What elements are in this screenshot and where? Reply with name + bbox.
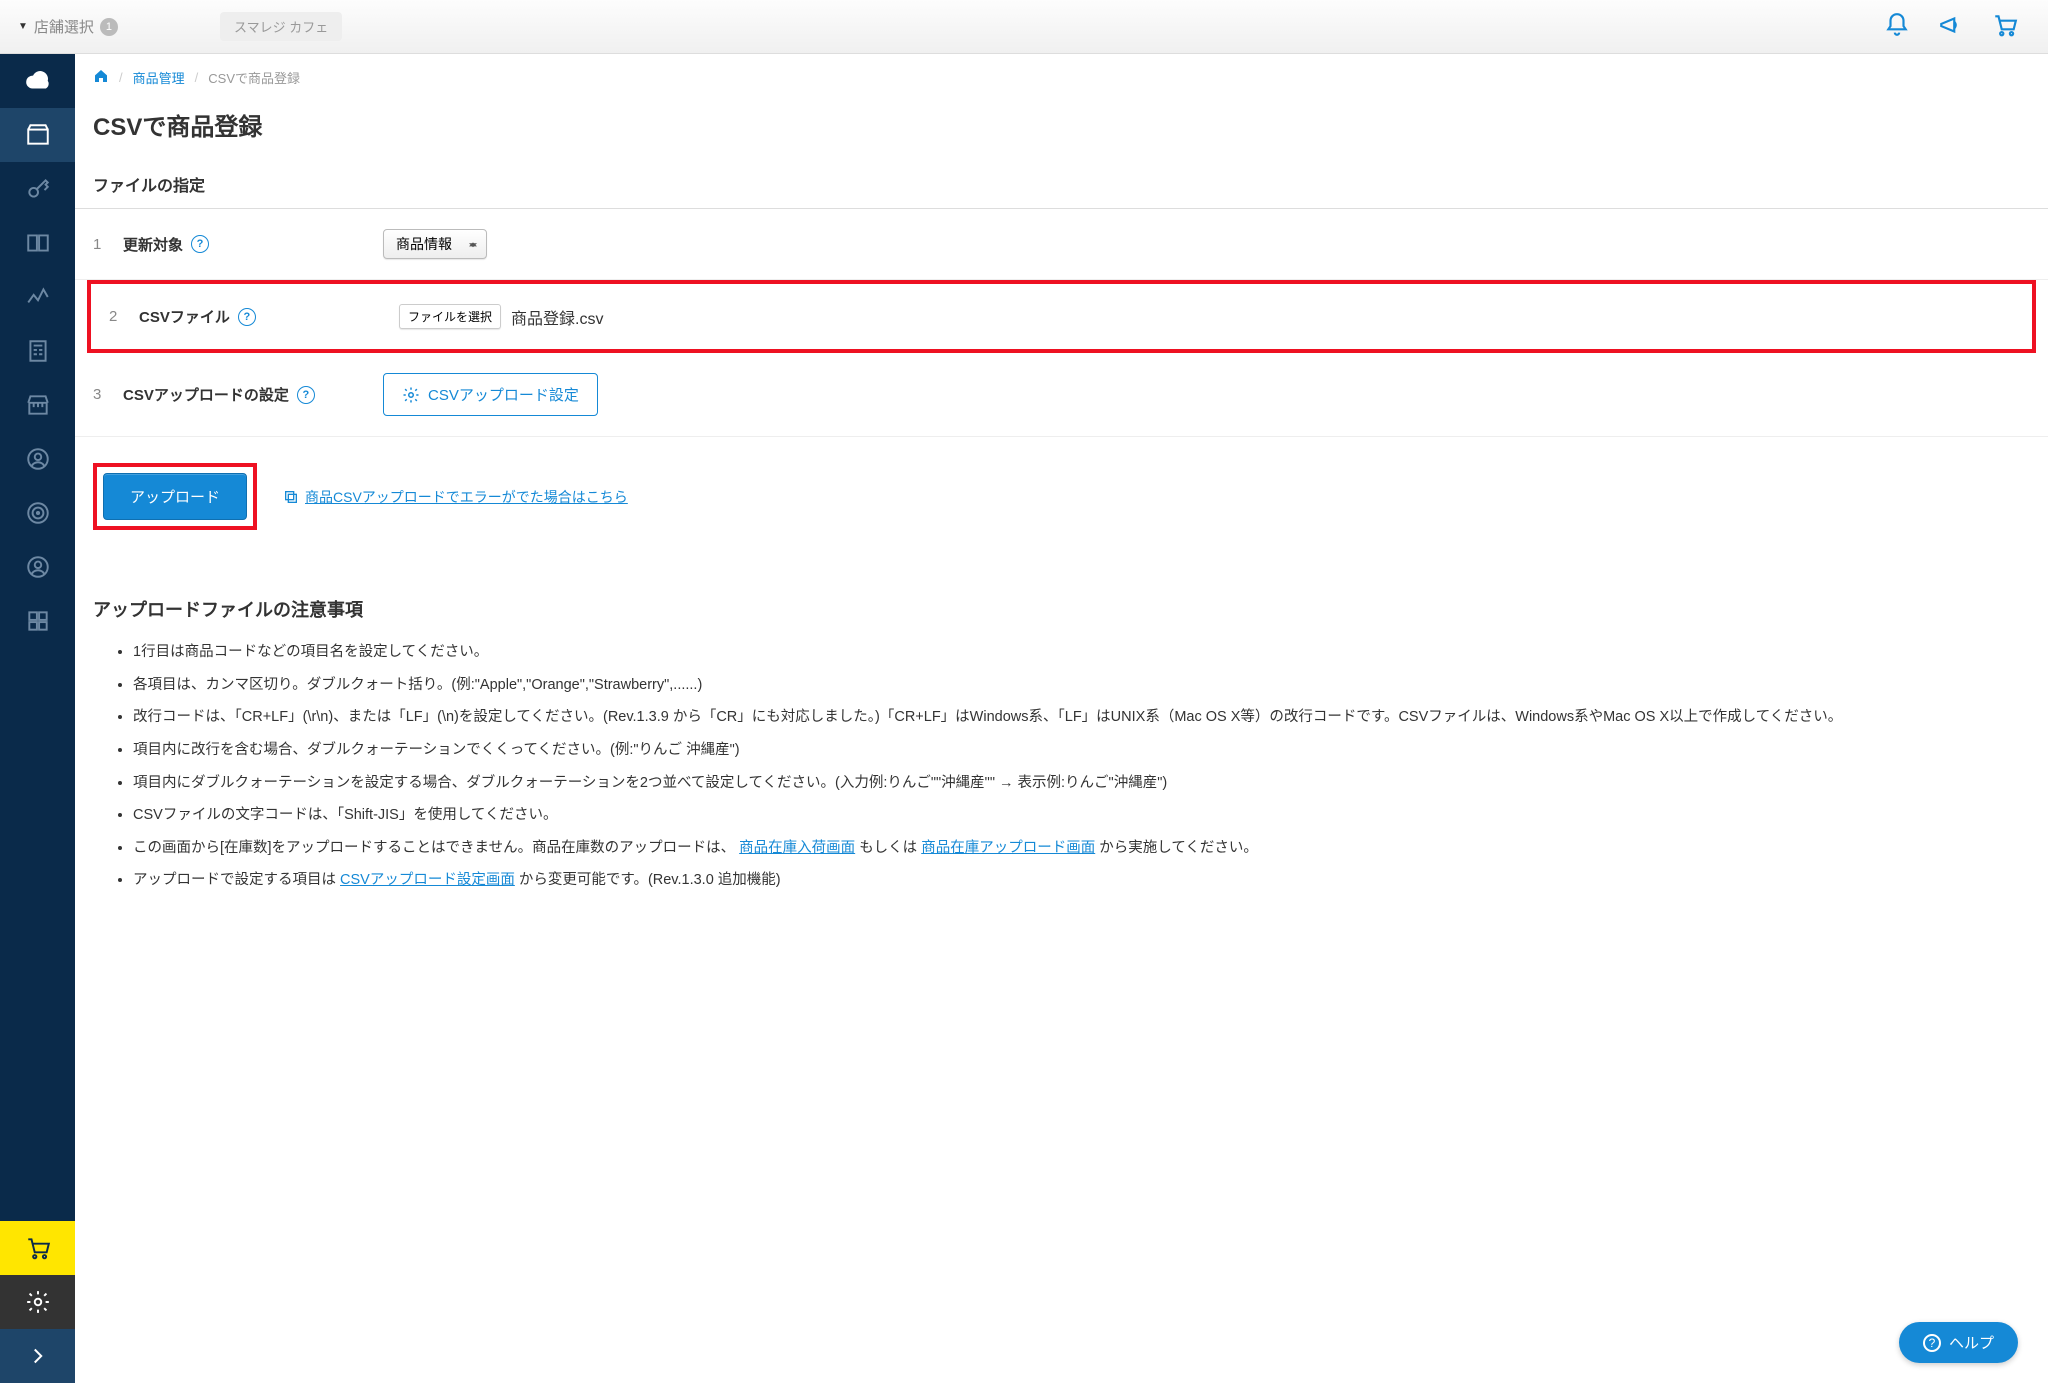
selected-file-name: 商品登録.csv — [511, 305, 603, 329]
help-icon[interactable]: ? — [297, 386, 315, 404]
nav-cloud[interactable] — [0, 54, 75, 108]
stock-upload-link[interactable]: 商品在庫アップロード画面 — [921, 840, 1095, 856]
row-number: 3 — [93, 386, 123, 403]
store-tag[interactable]: スマレジ カフェ — [220, 12, 342, 41]
help-icon[interactable]: ? — [238, 308, 256, 326]
nav-key[interactable] — [0, 162, 75, 216]
form-row-1: 1 更新対象 ? 商品情報 — [75, 209, 2048, 280]
upload-button[interactable]: アップロード — [103, 473, 247, 520]
megaphone-icon[interactable] — [1938, 12, 1964, 41]
note-item: 1行目は商品コードなどの項目名を設定してください。 — [133, 640, 2030, 665]
nav-user[interactable] — [0, 432, 75, 486]
section-title: ファイルの指定 — [75, 162, 2048, 209]
note-item: 改行コードは、「CR+LF」(\r\n)、または「LF」(\n)を設定してくださ… — [133, 705, 2030, 730]
form-row-2: 2 CSVファイル ? ファイルを選択 商品登録.csv — [91, 284, 2032, 349]
nav-settings[interactable] — [0, 1275, 75, 1329]
question-icon: ? — [1923, 1334, 1941, 1352]
store-count-badge: 1 — [100, 18, 118, 36]
topbar-icons — [1884, 12, 2048, 41]
note-item: この画面から[在庫数]をアップロードすることはできません。商品在庫数のアップロー… — [133, 836, 2030, 861]
breadcrumb-link-1[interactable]: 商品管理 — [133, 68, 185, 87]
help-button[interactable]: ? ヘルプ — [1899, 1322, 2018, 1363]
stock-arrival-link[interactable]: 商品在庫入荷画面 — [739, 840, 855, 856]
nav-store[interactable] — [0, 378, 75, 432]
store-select-label: 店舗選択 — [34, 16, 94, 37]
breadcrumb: / 商品管理 / CSVで商品登録 — [75, 54, 2048, 101]
nav-analytics[interactable] — [0, 270, 75, 324]
row-number: 1 — [93, 236, 123, 253]
sidebar — [0, 54, 75, 1383]
csv-upload-settings-button[interactable]: CSVアップロード設定 — [383, 373, 598, 416]
copy-icon — [283, 489, 299, 505]
note-item: 項目内にダブルクォーテーションを設定する場合、ダブルクォーテーションを2つ並べて… — [133, 771, 2030, 796]
note-item: CSVファイルの文字コードは、「Shift-JIS」を使用してください。 — [133, 803, 2030, 828]
error-help-link[interactable]: 商品CSVアップロードでエラーがでた場合はこちら — [283, 487, 628, 507]
form-row-2-highlight: 2 CSVファイル ? ファイルを選択 商品登録.csv — [87, 280, 2036, 353]
breadcrumb-current: CSVで商品登録 — [208, 68, 300, 87]
upload-highlight: アップロード — [93, 463, 257, 530]
notes-section: アップロードファイルの注意事項 1行目は商品コードなどの項目名を設定してください… — [75, 556, 2048, 893]
page-title: CSVで商品登録 — [75, 101, 2048, 162]
row-label: CSVファイル ? — [139, 306, 399, 327]
gear-icon — [402, 386, 420, 404]
cart-icon[interactable] — [1992, 12, 2018, 41]
row-label: 更新対象 ? — [123, 234, 383, 255]
nav-expand[interactable] — [0, 1329, 75, 1383]
topbar: ▼ 店舗選択 1 スマレジ カフェ — [0, 0, 2048, 54]
help-icon[interactable]: ? — [191, 235, 209, 253]
home-icon[interactable] — [93, 68, 109, 87]
form-row-3: 3 CSVアップロードの設定 ? CSVアップロード設定 — [75, 353, 2048, 437]
csv-settings-link[interactable]: CSVアップロード設定画面 — [340, 872, 515, 888]
store-selector[interactable]: ▼ 店舗選択 1 — [0, 16, 200, 37]
row-number: 2 — [109, 308, 139, 325]
note-item: 項目内に改行を含む場合、ダブルクォーテーションでくくってください。(例:"りんご… — [133, 738, 2030, 763]
nav-calculator[interactable] — [0, 324, 75, 378]
main-content: / 商品管理 / CSVで商品登録 CSVで商品登録 ファイルの指定 1 更新対… — [75, 54, 2048, 1383]
nav-account[interactable] — [0, 540, 75, 594]
nav-shop[interactable] — [0, 1221, 75, 1275]
nav-target[interactable] — [0, 486, 75, 540]
choose-file-button[interactable]: ファイルを選択 — [399, 304, 501, 329]
note-item: 各項目は、カンマ区切り。ダブルクォート括り。(例:"Apple","Orange… — [133, 673, 2030, 698]
update-target-select[interactable]: 商品情報 — [383, 229, 487, 259]
row-label: CSVアップロードの設定 ? — [123, 384, 383, 405]
bell-icon[interactable] — [1884, 12, 1910, 41]
nav-products[interactable] — [0, 108, 75, 162]
notes-title: アップロードファイルの注意事項 — [93, 596, 2030, 622]
nav-grid[interactable] — [0, 594, 75, 648]
action-row: アップロード 商品CSVアップロードでエラーがでた場合はこちら — [75, 437, 2048, 556]
caret-down-icon: ▼ — [18, 21, 28, 32]
nav-book[interactable] — [0, 216, 75, 270]
note-item: アップロードで設定する項目は CSVアップロード設定画面 から変更可能です。(R… — [133, 868, 2030, 893]
